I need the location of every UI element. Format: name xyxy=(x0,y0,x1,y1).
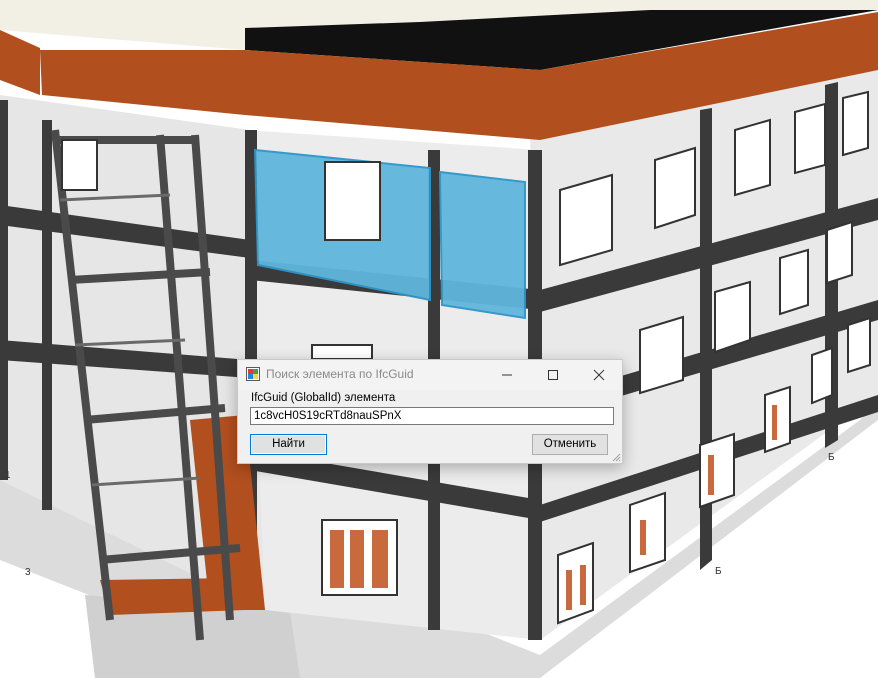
axis-label-b2: Б xyxy=(828,452,835,463)
window-in-panel xyxy=(324,161,381,241)
dialog-title: Поиск элемента по IfcGuid xyxy=(266,367,414,381)
app-window-icon xyxy=(246,367,260,381)
dialog-titlebar[interactable]: Поиск элемента по IfcGuid xyxy=(238,360,622,390)
axis-label-3: 3 xyxy=(25,567,31,578)
minimize-icon xyxy=(502,374,512,376)
guid-input[interactable] xyxy=(250,407,614,425)
building-model-render xyxy=(0,0,878,678)
close-icon xyxy=(593,369,605,381)
stair-landing-orange xyxy=(100,578,245,615)
cancel-button[interactable]: Отменить xyxy=(532,434,608,455)
resize-grip-icon[interactable] xyxy=(611,452,621,462)
3d-model-viewport[interactable] xyxy=(0,0,878,678)
minimize-button[interactable] xyxy=(484,360,530,390)
find-element-dialog: Поиск элемента по IfcGuid IfcGuid (Globa… xyxy=(237,359,623,464)
close-button[interactable] xyxy=(576,360,622,390)
axis-label-b: Б xyxy=(715,566,722,577)
selected-wall-panel-2[interactable] xyxy=(438,170,526,320)
stair-window xyxy=(61,139,98,191)
axis-label-1: 1 xyxy=(5,470,11,481)
find-button[interactable]: Найти xyxy=(250,434,327,455)
maximize-icon xyxy=(548,370,558,380)
maximize-button[interactable] xyxy=(530,360,576,390)
front-curtains xyxy=(330,530,388,588)
guid-field-label: IfcGuid (GlobalId) элемента xyxy=(251,392,396,404)
